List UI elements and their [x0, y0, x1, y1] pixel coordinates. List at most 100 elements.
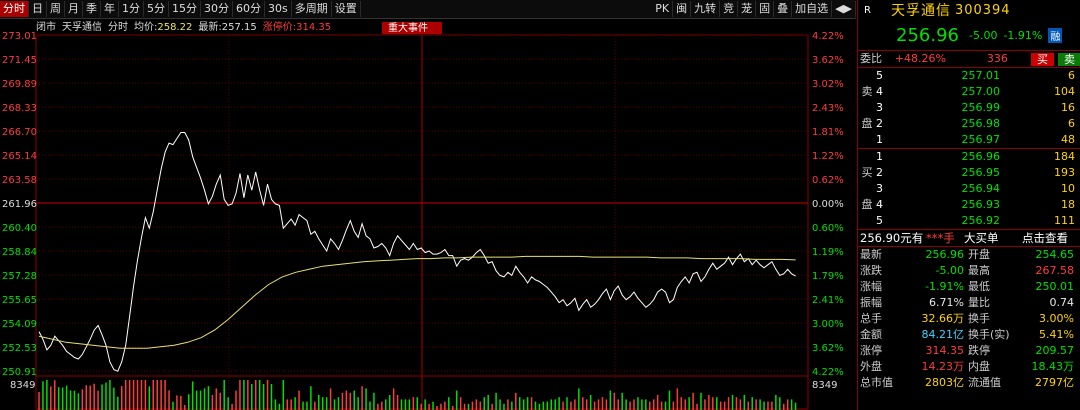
stat-key-2: 最高	[968, 264, 990, 277]
tool-button-4[interactable]: 茏	[738, 1, 757, 17]
stat-value: 84.21亿	[921, 328, 965, 341]
stat-row: 振幅 6.71% 量比 0.74	[860, 295, 1080, 311]
big-order-link[interactable]: 点击查看	[1022, 230, 1068, 246]
tool-button-8[interactable]: ◀▶	[832, 1, 856, 17]
sell-button[interactable]: 卖	[1058, 52, 1080, 66]
quote-stock-code: 300394	[954, 2, 1011, 18]
tool-button-7[interactable]: 加自选	[792, 1, 833, 17]
right-tick-label: 0.62%	[812, 175, 844, 186]
left-tick-label: 257.28	[2, 271, 37, 282]
tab-11[interactable]: 30s	[265, 1, 292, 17]
tab-7[interactable]: 5分	[144, 1, 169, 17]
right-tick-label: 3.00%	[812, 319, 844, 330]
tab-10[interactable]: 60分	[233, 1, 265, 17]
book-volume: 10	[1061, 182, 1075, 195]
big-order-price: 256.90元有	[860, 231, 924, 245]
left-tick-label: 252.53	[2, 343, 37, 354]
stat-value-2: 267.58	[1035, 264, 1075, 277]
book-row[interactable]: 3 256.99 16	[858, 100, 1080, 116]
right-tick-label: 3.62%	[812, 55, 844, 66]
right-tick-label: 2.43%	[812, 103, 844, 114]
book-price: 256.97	[961, 133, 1001, 146]
stat-value-2: 250.01	[1035, 280, 1075, 293]
book-level: 4	[876, 85, 883, 98]
tool-button-5[interactable]: 固	[756, 1, 775, 17]
tab-0[interactable]: 分时	[0, 1, 29, 17]
quote-title: R 天孚通信 300394	[858, 0, 1080, 20]
right-tick-label: 3.62%	[812, 343, 844, 354]
book-row[interactable]: 1 256.96 184	[858, 149, 1080, 165]
major-event-button[interactable]: 重大事件	[388, 21, 428, 34]
book-side-label: 盘	[861, 117, 873, 130]
tab-6[interactable]: 1分	[119, 1, 144, 17]
stat-key-2: 流通值	[968, 376, 1001, 389]
stat-value: 2803亿	[925, 376, 964, 389]
left-tick-label: 255.65	[2, 295, 37, 306]
book-row[interactable]: 3 256.94 10	[858, 181, 1080, 197]
book-row[interactable]: 买 2 256.95 193	[858, 165, 1080, 181]
stat-value: -5.00	[935, 264, 964, 277]
stat-value: 6.71%	[929, 296, 964, 309]
left-tick-label: 268.33	[2, 103, 37, 114]
intraday-chart[interactable]: 273.01 4.22% 271.45 3.62% 269.89 3.02% 268.33 2…	[0, 18, 856, 410]
right-tick-label: 1.79%	[812, 271, 844, 282]
book-price: 256.94	[961, 182, 1001, 195]
right-tick-label: 1.22%	[812, 151, 844, 162]
book-price: 256.98	[961, 117, 1001, 130]
tab-12[interactable]: 多周期	[292, 1, 332, 17]
tab-13[interactable]: 设置	[332, 1, 361, 17]
stat-key: 总手	[860, 312, 882, 325]
stat-row: 最新 256.96 开盘 254.65	[860, 247, 1080, 263]
book-level: 1	[876, 133, 883, 146]
book-level: 2	[876, 166, 883, 179]
book-price: 256.92	[961, 214, 1001, 227]
stat-row: 总手 32.66万 换手 3.00%	[860, 311, 1080, 327]
big-order-type: 大买单	[964, 231, 999, 245]
book-side-label: 卖	[861, 85, 873, 98]
book-row[interactable]: 5 257.01 6	[858, 68, 1080, 84]
book-level: 3	[876, 101, 883, 114]
book-price: 257.01	[961, 69, 1001, 82]
quote-pct: -1.91%	[1003, 28, 1043, 42]
stat-key: 涨跌	[860, 264, 882, 277]
tool-button-1[interactable]: 闽	[673, 1, 692, 17]
book-row[interactable]: 卖 4 257.00 104	[858, 84, 1080, 100]
tool-button-2[interactable]: 九转	[691, 1, 721, 17]
stat-value-2: 3.00%	[1039, 312, 1074, 325]
book-row[interactable]: 盘 2 256.98 6	[858, 116, 1080, 132]
quote-price: 256.96	[896, 24, 959, 46]
left-tick-label: 263.58	[2, 175, 37, 186]
quote-change: -5.00	[968, 28, 998, 42]
book-row[interactable]: 1 256.97 48	[858, 132, 1080, 148]
quote-stats: 最新 256.96 开盘 254.65 涨跌 -5.00 最高 267.58 涨幅 -1.91% 最…	[858, 247, 1080, 391]
big-order-qty: ***手	[926, 231, 955, 245]
buy-button[interactable]: 买	[1031, 52, 1054, 66]
book-row[interactable]: 5 256.92 111	[858, 213, 1080, 229]
book-row[interactable]: 盘 4 256.93 18	[858, 197, 1080, 213]
book-volume: 104	[1054, 85, 1075, 98]
quote-panel: R 天孚通信 300394 256.96 -5.00 -1.91% 融 委比 +…	[857, 0, 1080, 410]
stat-value-2: 5.41%	[1039, 328, 1074, 341]
tab-5[interactable]: 年	[101, 1, 119, 17]
tab-8[interactable]: 15分	[169, 1, 201, 17]
tab-3[interactable]: 月	[65, 1, 83, 17]
tab-2[interactable]: 周	[47, 1, 65, 17]
tab-9[interactable]: 30分	[201, 1, 233, 17]
tab-4[interactable]: 季	[83, 1, 101, 17]
margin-tag[interactable]: 融	[1048, 27, 1063, 43]
ratio-diff: 336	[986, 52, 1008, 65]
ratio-label: 委比	[860, 52, 882, 65]
tool-button-0[interactable]: PK	[652, 1, 674, 17]
book-level: 4	[876, 198, 883, 211]
tab-1[interactable]: 日	[29, 1, 47, 17]
left-tick-label: 258.84	[2, 247, 37, 258]
book-side-label: 买	[861, 166, 873, 179]
book-volume: 193	[1054, 166, 1075, 179]
tool-button-6[interactable]: 叠	[774, 1, 793, 17]
stat-key: 外盘	[860, 360, 882, 373]
right-tick-label: 0.00%	[812, 199, 844, 210]
stat-key-2: 最低	[968, 280, 990, 293]
series-line-1	[38, 255, 796, 349]
quote-stock-name: 天孚通信	[890, 3, 951, 19]
tool-button-3[interactable]: 竞	[720, 1, 739, 17]
